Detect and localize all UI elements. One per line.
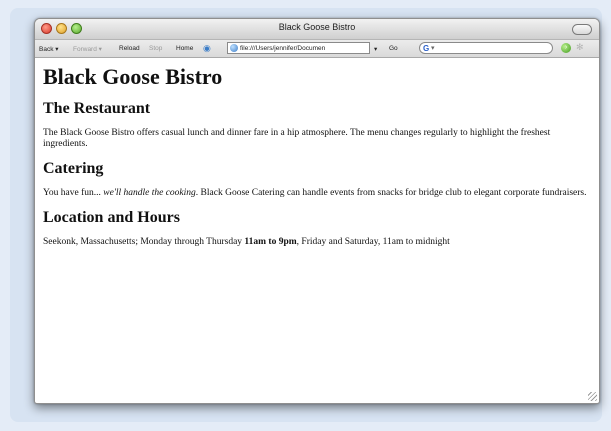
go-button[interactable]: Go [389, 45, 398, 52]
section-heading-location: Location and Hours [43, 209, 180, 226]
search-input[interactable]: G ▾ [419, 42, 553, 54]
search-go-icon[interactable]: › [561, 43, 571, 53]
chevron-down-icon: ▾ [55, 46, 59, 53]
page-heading: Black Goose Bistro [43, 64, 223, 89]
browser-window: Black Goose Bistro Back ▾ Forward ▾ Relo… [34, 18, 600, 404]
chevron-down-icon: ▾ [431, 45, 435, 52]
reload-button[interactable]: Reload [119, 45, 140, 52]
forward-button[interactable]: Forward ▾ [73, 45, 102, 53]
restaurant-paragraph: The Black Goose Bistro offers casual lun… [43, 128, 589, 150]
chevron-down-icon: ▾ [98, 46, 102, 53]
location-text-start: Seekonk, Massachusetts; Monday through T… [43, 237, 245, 247]
back-button-label: Back [39, 46, 54, 53]
toolbar-toggle-button[interactable] [572, 24, 592, 35]
url-text: file:///Users/jennifer/Documen [240, 45, 326, 52]
weekday-hours: 11am to 9pm [244, 237, 297, 247]
catering-emphasis: we'll handle the cooking [103, 188, 196, 198]
catering-paragraph: You have fun... we'll handle the cooking… [43, 188, 589, 199]
toolbar: Back ▾ Forward ▾ Reload Stop Home ◉ file… [35, 40, 599, 58]
location-text-end: , Friday and Saturday, 11am to midnight [296, 237, 450, 247]
window-title: Black Goose Bistro [278, 22, 356, 32]
catering-text-end: . Black Goose Catering can handle events… [195, 188, 587, 198]
section-heading-restaurant: The Restaurant [43, 100, 151, 117]
bookmark-globe-icon: ◉ [203, 43, 211, 53]
forward-button-label: Forward [73, 46, 97, 53]
search-engine-icon[interactable]: G [423, 44, 429, 53]
catering-text-start: You have fun... [43, 188, 104, 198]
activity-spinner-icon: ✻ [576, 42, 584, 52]
title-bar[interactable]: Black Goose Bistro [35, 19, 599, 40]
url-history-icon[interactable]: ▾ [374, 45, 377, 53]
restaurant-text: The Black Goose Bistro offers casual lun… [43, 128, 551, 149]
back-button[interactable]: Back ▾ [39, 45, 59, 53]
stop-button[interactable]: Stop [149, 45, 162, 52]
home-button[interactable]: Home [176, 45, 193, 52]
url-field[interactable]: file:///Users/jennifer/Documen [227, 42, 370, 54]
site-globe-icon [230, 44, 238, 52]
resize-handle[interactable] [588, 392, 597, 401]
section-heading-catering: Catering [43, 160, 104, 177]
location-paragraph: Seekonk, Massachusetts; Monday through T… [43, 237, 589, 248]
page-content: Black Goose Bistro The Restaurant The Bl… [35, 58, 599, 248]
